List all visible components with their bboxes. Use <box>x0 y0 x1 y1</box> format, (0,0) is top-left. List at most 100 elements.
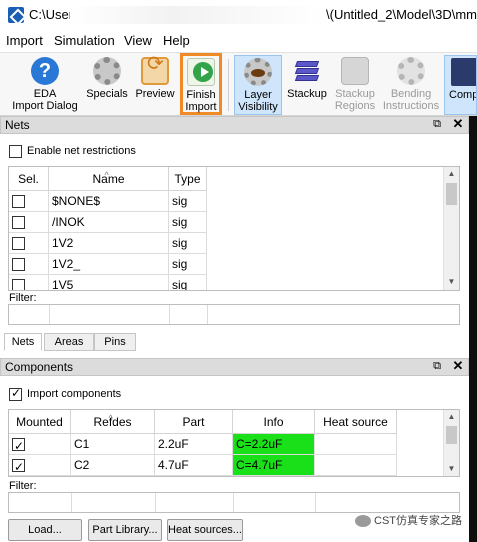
table-row-type[interactable]: sig <box>169 233 207 254</box>
nets-table: Sel. ^ Name Type $NONE$ sig /INOK sig 1V… <box>8 166 460 291</box>
table-row-name[interactable]: $NONE$ <box>49 191 169 212</box>
tab-areas[interactable]: Areas <box>44 333 94 351</box>
table-row-refdes[interactable]: C2 <box>71 455 155 476</box>
table-row-type[interactable]: sig <box>169 212 207 233</box>
table-row-name[interactable]: 1V2 <box>49 233 169 254</box>
scroll-down-icon[interactable]: ▼ <box>444 275 459 289</box>
filter-cell-divider <box>169 305 170 324</box>
table-row-sel[interactable] <box>9 212 49 233</box>
components-table-scrollbar[interactable]: ▲ ▼ <box>443 410 459 476</box>
menu-bar: Import Simulation View Help <box>0 30 477 52</box>
scroll-up-icon[interactable]: ▲ <box>444 410 459 424</box>
tab-pins[interactable]: Pins <box>94 333 136 351</box>
table-row-info[interactable]: C=4.7uF <box>233 455 315 476</box>
filter-cell-divider <box>315 493 316 512</box>
viewport-edge <box>469 116 477 542</box>
scroll-up-icon[interactable]: ▲ <box>444 167 459 181</box>
import-components-checkbox[interactable] <box>9 386 22 401</box>
components-filter-row[interactable] <box>8 492 460 513</box>
table-row-type[interactable]: sig <box>169 191 207 212</box>
column-header-sel[interactable]: Sel. <box>9 167 49 191</box>
table-row-mounted[interactable] <box>9 455 71 476</box>
bending-instructions-button[interactable]: Bending Instructions <box>382 55 440 115</box>
scroll-thumb[interactable] <box>446 183 457 205</box>
table-row-type[interactable]: sig <box>169 254 207 275</box>
table-row-name[interactable]: 1V2_ <box>49 254 169 275</box>
close-icon[interactable]: ✕ <box>452 117 464 131</box>
menu-simulation[interactable]: Simulation <box>54 33 115 48</box>
eda-import-dialog-button[interactable]: ? EDA Import Dialog <box>6 55 84 115</box>
components-button-label: Comp <box>449 89 477 101</box>
nets-table-scrollbar[interactable]: ▲ ▼ <box>443 167 459 290</box>
close-icon[interactable]: ✕ <box>452 359 464 373</box>
nets-filter-row[interactable] <box>8 304 460 325</box>
components-button[interactable]: Comp <box>444 55 477 115</box>
column-header-type[interactable]: Type <box>169 167 207 191</box>
menu-help[interactable]: Help <box>163 33 190 48</box>
table-row-mounted[interactable] <box>9 434 71 457</box>
row-select-checkbox[interactable] <box>12 216 25 229</box>
ribbon-separator <box>228 59 229 111</box>
row-select-checkbox[interactable] <box>12 237 25 250</box>
stackup-regions-button[interactable]: Stackup Regions <box>332 55 378 115</box>
float-icon[interactable]: ⧉ <box>431 118 443 130</box>
watermark-text: CST仿真专家之路 <box>374 515 462 527</box>
menu-view[interactable]: View <box>124 33 152 48</box>
window-title-right: \(Untitled_2\Model\3D\mm <box>326 7 477 22</box>
filter-cell-divider <box>207 305 208 324</box>
preview-button[interactable]: Preview <box>134 55 176 115</box>
row-select-checkbox[interactable] <box>12 258 25 271</box>
float-icon[interactable]: ⧉ <box>431 360 443 372</box>
mounted-checkbox[interactable] <box>12 457 25 476</box>
table-row-name[interactable]: /INOK <box>49 212 169 233</box>
bending-label-2: Instructions <box>382 100 440 112</box>
filter-cell-divider <box>233 493 234 512</box>
stackup-regions-icon <box>341 57 369 85</box>
help-icon: ? <box>31 57 59 85</box>
table-row-part[interactable]: 2.2uF <box>155 434 233 455</box>
table-row-type[interactable]: sig <box>169 275 207 290</box>
column-header-mounted[interactable]: Mounted <box>9 410 71 434</box>
filter-cell-divider <box>155 493 156 512</box>
table-row-heat-source[interactable] <box>315 455 397 476</box>
bending-label-1: Bending <box>390 88 432 100</box>
table-row-sel[interactable] <box>9 233 49 254</box>
app-icon <box>8 7 24 23</box>
row-select-checkbox[interactable] <box>12 279 25 290</box>
column-header-refdes[interactable]: ^ Refdes <box>71 410 155 434</box>
nets-panel-title: Nets <box>5 118 30 132</box>
scroll-down-icon[interactable]: ▼ <box>444 462 459 476</box>
specials-label: Specials <box>86 88 128 100</box>
mounted-checkbox[interactable] <box>12 436 25 457</box>
column-header-info[interactable]: Info <box>233 410 315 434</box>
layer-visibility-button[interactable]: Layer Visibility <box>234 55 282 115</box>
load-button[interactable]: Load... <box>8 519 82 541</box>
table-row-name[interactable]: 1V5 <box>49 275 169 290</box>
table-row-heat-source[interactable] <box>315 434 397 455</box>
column-header-heat-source[interactable]: Heat source <box>315 410 397 434</box>
menu-import[interactable]: Import <box>6 33 43 48</box>
specials-button[interactable]: Specials <box>86 55 128 115</box>
nets-filter-label: Filter: <box>9 292 37 304</box>
row-select-checkbox[interactable] <box>12 195 25 208</box>
table-row-sel[interactable] <box>9 254 49 275</box>
scroll-thumb[interactable] <box>446 426 457 444</box>
table-row-info[interactable]: C=2.2uF <box>233 434 315 455</box>
gear-icon <box>93 57 121 85</box>
tab-nets[interactable]: Nets <box>4 333 42 351</box>
components-icon <box>451 58 476 86</box>
nets-panel-header: Nets ⧉ ✕ <box>0 116 469 134</box>
finish-import-button[interactable]: Finish Import <box>180 53 222 115</box>
stackup-button[interactable]: Stackup <box>285 55 329 115</box>
table-row-refdes[interactable]: C1 <box>71 434 155 455</box>
enable-net-restrictions-checkbox[interactable] <box>9 145 22 158</box>
table-row-part[interactable]: 4.7uF <box>155 455 233 476</box>
table-row-sel[interactable] <box>9 275 49 290</box>
layer-visibility-label-2: Visibility <box>238 101 278 113</box>
heat-sources-button[interactable]: Heat sources... <box>167 519 243 541</box>
column-header-part[interactable]: Part <box>155 410 233 434</box>
column-header-name[interactable]: ^ Name <box>49 167 169 191</box>
sort-indicator-icon: ^ <box>108 413 113 423</box>
table-row-sel[interactable] <box>9 191 49 212</box>
part-library-button[interactable]: Part Library... <box>88 519 162 541</box>
